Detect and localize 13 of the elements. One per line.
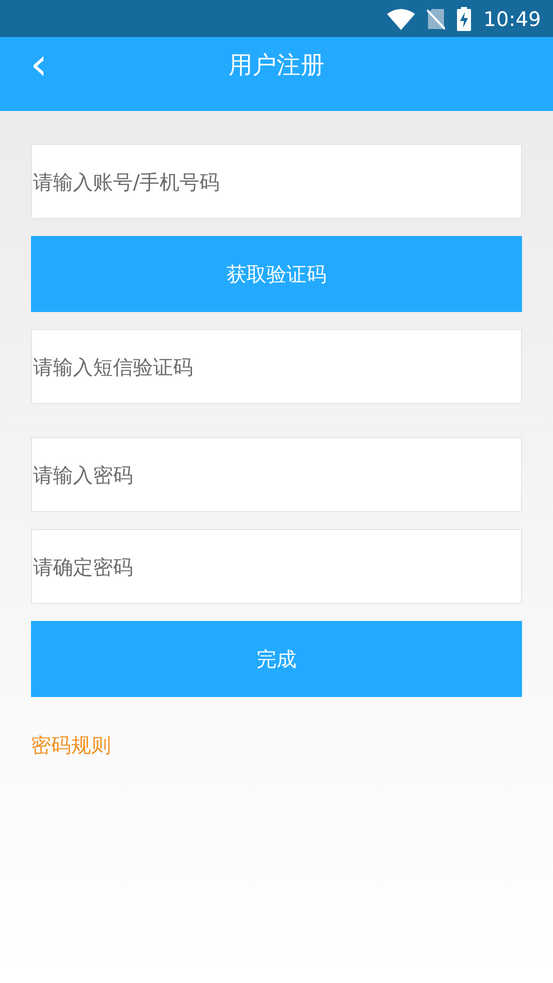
input-field[interactable]: 请确定密码 [31,529,522,604]
battery-charging-icon [457,6,472,30]
wifi-icon [387,8,416,30]
submit-button[interactable]: 获取验证码 [31,236,522,312]
submit-button[interactable]: 完成 [31,621,522,697]
input-field[interactable]: 请输入短信验证码 [31,329,522,404]
input-field[interactable]: 请输入账号/手机号码 [31,144,522,219]
page-title: 用户注册 [228,50,324,81]
no-sim-icon [427,8,446,30]
back-button[interactable]: ‹ [24,41,54,89]
clock-time: 10:49 [483,6,541,30]
input-field[interactable]: 请输入密码 [31,437,522,512]
password-rules-link[interactable]: 密码规则 [31,732,111,759]
